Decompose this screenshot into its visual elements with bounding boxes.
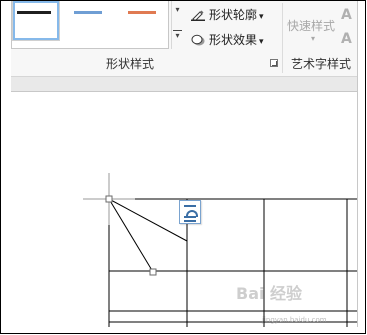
table[interactable] — [108, 198, 358, 327]
layout-icon-line — [184, 216, 196, 218]
layout-options-icon[interactable] — [179, 200, 201, 224]
document-drawing — [83, 173, 358, 327]
word-window: ▾ ▾ 形状轮廓 ▾ 形状效果 ▾ 快速样式 ▾ A A 形状样式 艺术字样式 — [11, 1, 358, 327]
layout-icon-line — [184, 220, 196, 222]
diagonal-line[interactable] — [108, 198, 188, 242]
screenshot-frame: ▾ ▾ 形状轮廓 ▾ 形状效果 ▾ 快速样式 ▾ A A 形状样式 艺术字样式 — [0, 0, 366, 334]
watermark-logo: Bai 经验 — [236, 284, 303, 303]
selection-handle-end[interactable] — [149, 268, 157, 276]
selection-handle-start[interactable] — [105, 195, 113, 203]
watermark-url: jingyan.baidu.com — [262, 316, 327, 324]
layout-icon-line — [184, 205, 196, 207]
selected-diagonal-line[interactable] — [108, 198, 154, 273]
